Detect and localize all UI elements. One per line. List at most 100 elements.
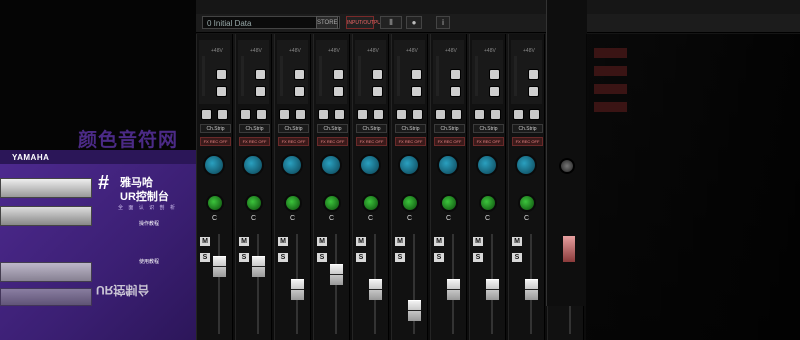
phase-button[interactable] [294, 86, 305, 97]
input-output-button[interactable]: INPUT/OUTPUT [346, 16, 384, 29]
channel-toggle[interactable] [412, 109, 423, 120]
reverb-send-knob[interactable] [398, 154, 420, 176]
mute-button[interactable]: M [434, 237, 444, 246]
reverb-send-knob[interactable] [359, 154, 381, 176]
ch-strip-select[interactable]: Ch.Strip [512, 124, 543, 133]
channel-toggle[interactable] [490, 109, 501, 120]
ch-strip-select[interactable]: Ch.Strip [239, 124, 270, 133]
hpf-button[interactable] [216, 69, 227, 80]
pan-knob[interactable] [206, 194, 224, 212]
reverb-send-knob[interactable] [203, 154, 225, 176]
ch-strip-select[interactable]: Ch.Strip [395, 124, 426, 133]
mute-button[interactable]: M [395, 237, 405, 246]
channel-toggle[interactable] [256, 109, 267, 120]
settings-icon[interactable]: ● [406, 16, 422, 29]
s-button[interactable]: S [395, 253, 405, 262]
mute-button[interactable]: M [473, 237, 483, 246]
phase-button[interactable] [333, 86, 344, 97]
channel-fader[interactable] [408, 299, 421, 321]
channel-toggle[interactable] [240, 109, 251, 120]
mute-button[interactable]: M [200, 237, 210, 246]
channel-toggle[interactable] [474, 109, 485, 120]
mute-button[interactable]: M [317, 237, 327, 246]
channel-toggle[interactable] [334, 109, 345, 120]
hpf-button[interactable] [255, 69, 266, 80]
mute-button[interactable]: M [239, 237, 249, 246]
s-button[interactable]: S [434, 253, 444, 262]
channel-toggle[interactable] [373, 109, 384, 120]
s-button[interactable]: S [356, 253, 366, 262]
ch-strip-select[interactable]: Ch.Strip [278, 124, 309, 133]
channel-toggle[interactable] [451, 109, 462, 120]
fx-rec-button[interactable]: FX REC OFF [473, 137, 504, 146]
phase-button[interactable] [450, 86, 461, 97]
channel-fader[interactable] [486, 278, 499, 300]
channel-fader[interactable] [447, 278, 460, 300]
pan-knob[interactable] [518, 194, 536, 212]
pan-knob[interactable] [479, 194, 497, 212]
hpf-button[interactable] [372, 69, 383, 80]
ch-strip-select[interactable]: Ch.Strip [473, 124, 504, 133]
channel-fader[interactable] [525, 278, 538, 300]
s-button[interactable]: S [317, 253, 327, 262]
pan-knob[interactable] [440, 194, 458, 212]
mute-button[interactable]: M [278, 237, 288, 246]
master-fader[interactable] [563, 236, 575, 262]
mute-button[interactable]: M [356, 237, 366, 246]
info-icon[interactable]: i [436, 16, 450, 29]
s-button[interactable]: S [512, 253, 522, 262]
channel-fader[interactable] [369, 278, 382, 300]
pan-knob[interactable] [362, 194, 380, 212]
s-button[interactable]: S [239, 253, 249, 262]
fx-rec-button[interactable]: FX REC OFF [356, 137, 387, 146]
channel-toggle[interactable] [295, 109, 306, 120]
fx-rec-button[interactable]: FX REC OFF [239, 137, 270, 146]
channel-toggle[interactable] [435, 109, 446, 120]
channel-toggle[interactable] [201, 109, 212, 120]
master-knob[interactable] [559, 158, 575, 174]
pan-knob[interactable] [245, 194, 263, 212]
s-button[interactable]: S [200, 253, 210, 262]
ch-strip-select[interactable]: Ch.Strip [434, 124, 465, 133]
phase-button[interactable] [528, 86, 539, 97]
s-button[interactable]: S [473, 253, 483, 262]
phase-button[interactable] [411, 86, 422, 97]
phase-button[interactable] [489, 86, 500, 97]
channel-fader[interactable] [213, 256, 226, 278]
channel-toggle[interactable] [529, 109, 540, 120]
ch-strip-select[interactable]: Ch.Strip [356, 124, 387, 133]
fx-rec-button[interactable]: FX REC OFF [278, 137, 309, 146]
channel-fader[interactable] [330, 264, 343, 286]
hpf-button[interactable] [450, 69, 461, 80]
channel-toggle[interactable] [318, 109, 329, 120]
s-button[interactable]: S [278, 253, 288, 262]
fx-rec-button[interactable]: FX REC OFF [317, 137, 348, 146]
hpf-button[interactable] [333, 69, 344, 80]
reverb-send-knob[interactable] [242, 154, 264, 176]
channel-toggle[interactable] [513, 109, 524, 120]
reverb-send-knob[interactable] [437, 154, 459, 176]
fx-rec-button[interactable]: FX REC OFF [434, 137, 465, 146]
phase-button[interactable] [372, 86, 383, 97]
reverb-send-knob[interactable] [515, 154, 537, 176]
ch-strip-select[interactable]: Ch.Strip [200, 124, 231, 133]
meter-view-icon[interactable]: ⦀ [380, 16, 402, 29]
channel-toggle[interactable] [396, 109, 407, 120]
hpf-button[interactable] [294, 69, 305, 80]
channel-toggle[interactable] [279, 109, 290, 120]
channel-toggle[interactable] [357, 109, 368, 120]
channel-fader[interactable] [291, 278, 304, 300]
reverb-send-knob[interactable] [320, 154, 342, 176]
hpf-button[interactable] [489, 69, 500, 80]
reverb-send-knob[interactable] [281, 154, 303, 176]
pan-knob[interactable] [323, 194, 341, 212]
fx-rec-button[interactable]: FX REC OFF [395, 137, 426, 146]
reverb-send-knob[interactable] [476, 154, 498, 176]
store-button[interactable]: STORE [316, 16, 338, 29]
fx-rec-button[interactable]: FX REC OFF [512, 137, 543, 146]
phase-button[interactable] [255, 86, 266, 97]
mute-button[interactable]: M [512, 237, 522, 246]
pan-knob[interactable] [401, 194, 419, 212]
ch-strip-select[interactable]: Ch.Strip [317, 124, 348, 133]
channel-toggle[interactable] [217, 109, 228, 120]
